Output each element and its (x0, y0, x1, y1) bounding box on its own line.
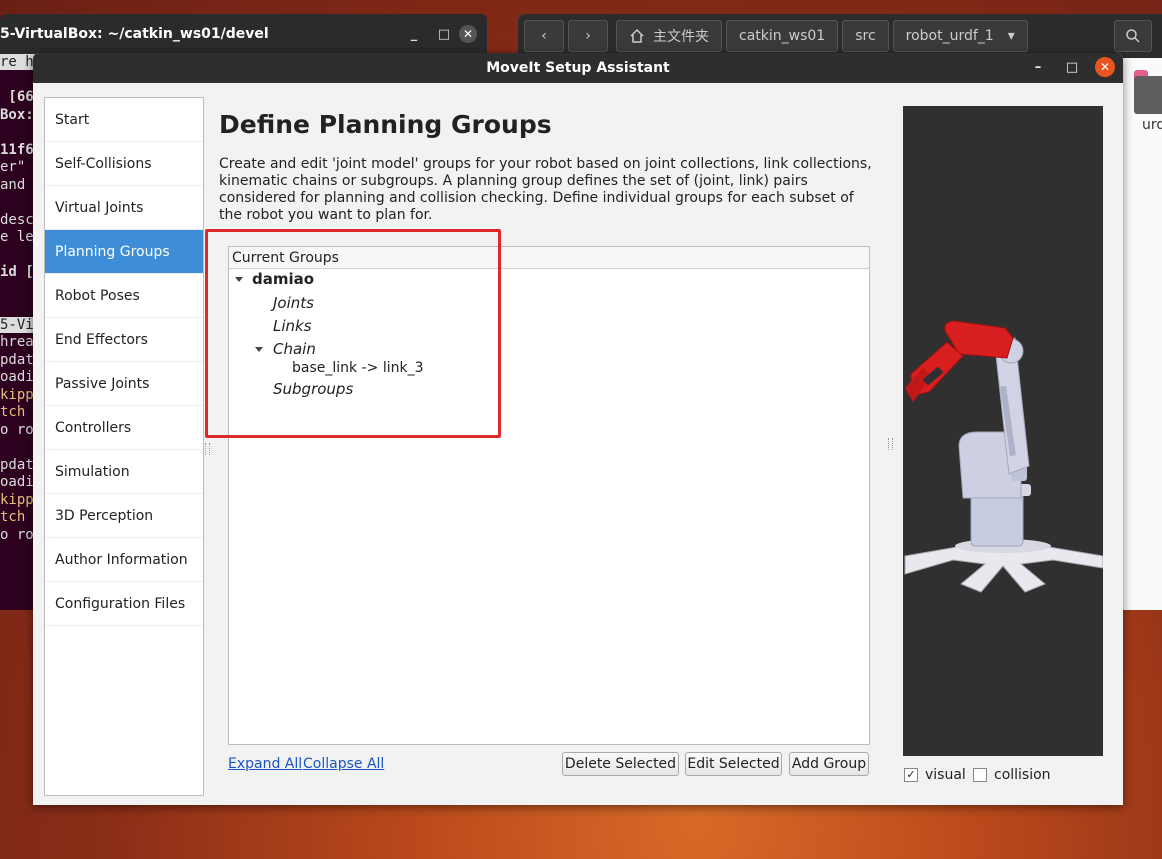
moveit-setup-assistant-window: MoveIt Setup Assistant – □ ✕ Start Self-C… (33, 53, 1123, 805)
terminal-line-text: pdat (0, 351, 34, 368)
terminal-line-text: kipp (0, 386, 34, 403)
close-button[interactable]: ✕ (1095, 57, 1115, 77)
folder-icon[interactable] (1134, 70, 1162, 114)
search-icon (1126, 29, 1140, 43)
home-icon (630, 28, 644, 43)
breadcrumb-robot-urdf-1[interactable]: robot_urdf_1 ▾ (892, 20, 1028, 52)
breadcrumb-label: src (855, 28, 876, 44)
chevron-right-icon: › (585, 28, 591, 44)
sidebar-item-configuration-files[interactable]: Configuration Files (45, 582, 203, 626)
breadcrumb-home[interactable]: 主文件夹 (616, 20, 722, 52)
terminal-line-text: oadi (0, 369, 34, 385)
collision-checkbox-box[interactable] (973, 768, 987, 782)
edit-selected-label: Edit Selected (687, 756, 780, 772)
dialog-title-bar[interactable]: MoveIt Setup Assistant – □ ✕ (33, 53, 1123, 83)
sidebar-item-3d-perception[interactable]: 3D Perception (45, 494, 203, 538)
breadcrumb-src[interactable]: src (842, 20, 889, 52)
sidebar-item-controllers[interactable]: Controllers (45, 406, 203, 450)
folder-name[interactable]: urd (1142, 117, 1162, 133)
sidebar-item-self-collisions[interactable]: Self-Collisions (45, 142, 203, 186)
terminal-line-text: 11f6 (0, 141, 34, 158)
dropdown-icon: ▾ (1007, 28, 1015, 44)
expand-all-link[interactable]: Expand All (228, 756, 302, 772)
sidebar-item-planning-groups[interactable]: Planning Groups (45, 230, 203, 274)
robot-3d-viewer[interactable] (903, 106, 1104, 756)
forward-button[interactable]: › (568, 20, 608, 52)
delete-selected-button[interactable]: Delete Selected (562, 752, 679, 776)
sidebar-item-simulation[interactable]: Simulation (45, 450, 203, 494)
sidebar-item-passive-joints[interactable]: Passive Joints (45, 362, 203, 406)
sidebar-item-end-effectors[interactable]: End Effectors (45, 318, 203, 362)
terminal-line-text: o ro (0, 526, 34, 543)
breadcrumb-home-label: 主文件夹 (653, 29, 709, 45)
collision-checkbox[interactable]: collision (973, 767, 1051, 783)
sidebar-item-virtual-joints[interactable]: Virtual Joints (45, 186, 203, 230)
terminal-line-text: er" (0, 159, 26, 175)
terminal-minimize-button[interactable]: _ (399, 27, 429, 42)
delete-selected-label: Delete Selected (564, 756, 677, 772)
dialog-title: MoveIt Setup Assistant (486, 60, 670, 76)
setup-steps-sidebar: Start Self-Collisions Virtual Joints Planni… (44, 97, 204, 796)
sidebar-item-robot-poses[interactable]: Robot Poses (45, 274, 203, 318)
breadcrumb-catkin-ws01[interactable]: catkin_ws01 (726, 20, 839, 52)
page-description: Create and edit 'joint model' groups for… (219, 156, 872, 223)
robot-arm-model (904, 320, 1104, 593)
highlight-annotation-box (205, 229, 501, 438)
right-splitter-handle[interactable] (888, 438, 893, 450)
terminal-line-text: and (0, 176, 26, 193)
terminal-line-text: pdat (0, 456, 34, 473)
sidebar-item-start[interactable]: Start (45, 98, 203, 142)
terminal-title-bar[interactable]: 5-VirtualBox: ~/catkin_ws01/devel _ □ ✕ (0, 14, 487, 54)
add-group-label: Add Group (791, 756, 867, 772)
visual-label: visual (925, 767, 966, 783)
terminal-line-text: tch (0, 509, 26, 525)
maximize-button[interactable]: □ (1055, 60, 1089, 75)
terminal-line-text: Box: (0, 106, 34, 123)
page-title: Define Planning Groups (219, 110, 552, 139)
terminal-line-text: hrea (0, 334, 34, 350)
chevron-left-icon: ‹ (541, 28, 547, 44)
terminal-line-text: o ro (0, 421, 34, 438)
terminal-maximize-button[interactable]: □ (429, 27, 459, 42)
terminal-line-text: kipp (0, 491, 34, 508)
search-button[interactable] (1114, 20, 1152, 52)
sidebar-item-author-information[interactable]: Author Information (45, 538, 203, 582)
terminal-title: 5-VirtualBox: ~/catkin_ws01/devel (0, 26, 269, 42)
breadcrumb-label: robot_urdf_1 (905, 28, 994, 44)
check-icon: ✓ (906, 768, 916, 781)
terminal-line-text: tch (0, 404, 26, 420)
terminal-line-text: oadi (0, 474, 34, 490)
terminal-line-text: e le (0, 229, 34, 245)
visual-checkbox[interactable]: ✓ visual (904, 767, 966, 783)
breadcrumb-label: catkin_ws01 (739, 28, 826, 44)
left-splitter-handle[interactable] (205, 443, 210, 455)
edit-selected-button[interactable]: Edit Selected (685, 752, 782, 776)
collapse-all-link[interactable]: Collapse All (303, 756, 384, 772)
visual-checkbox-box[interactable]: ✓ (904, 768, 918, 782)
add-group-button[interactable]: Add Group (789, 752, 869, 776)
terminal-line-text: id [ (0, 264, 34, 280)
minimize-button[interactable]: – (1021, 60, 1055, 75)
collision-label: collision (994, 767, 1051, 783)
file-manager-toolbar: ‹ › 主文件夹 catkin_ws01 src robot_urdf_1 ▾ (518, 14, 1162, 58)
terminal-line-text: desc (0, 211, 34, 228)
terminal-line-text: [66 (0, 89, 34, 105)
back-button[interactable]: ‹ (524, 20, 564, 52)
terminal-close-button[interactable]: ✕ (459, 25, 477, 43)
